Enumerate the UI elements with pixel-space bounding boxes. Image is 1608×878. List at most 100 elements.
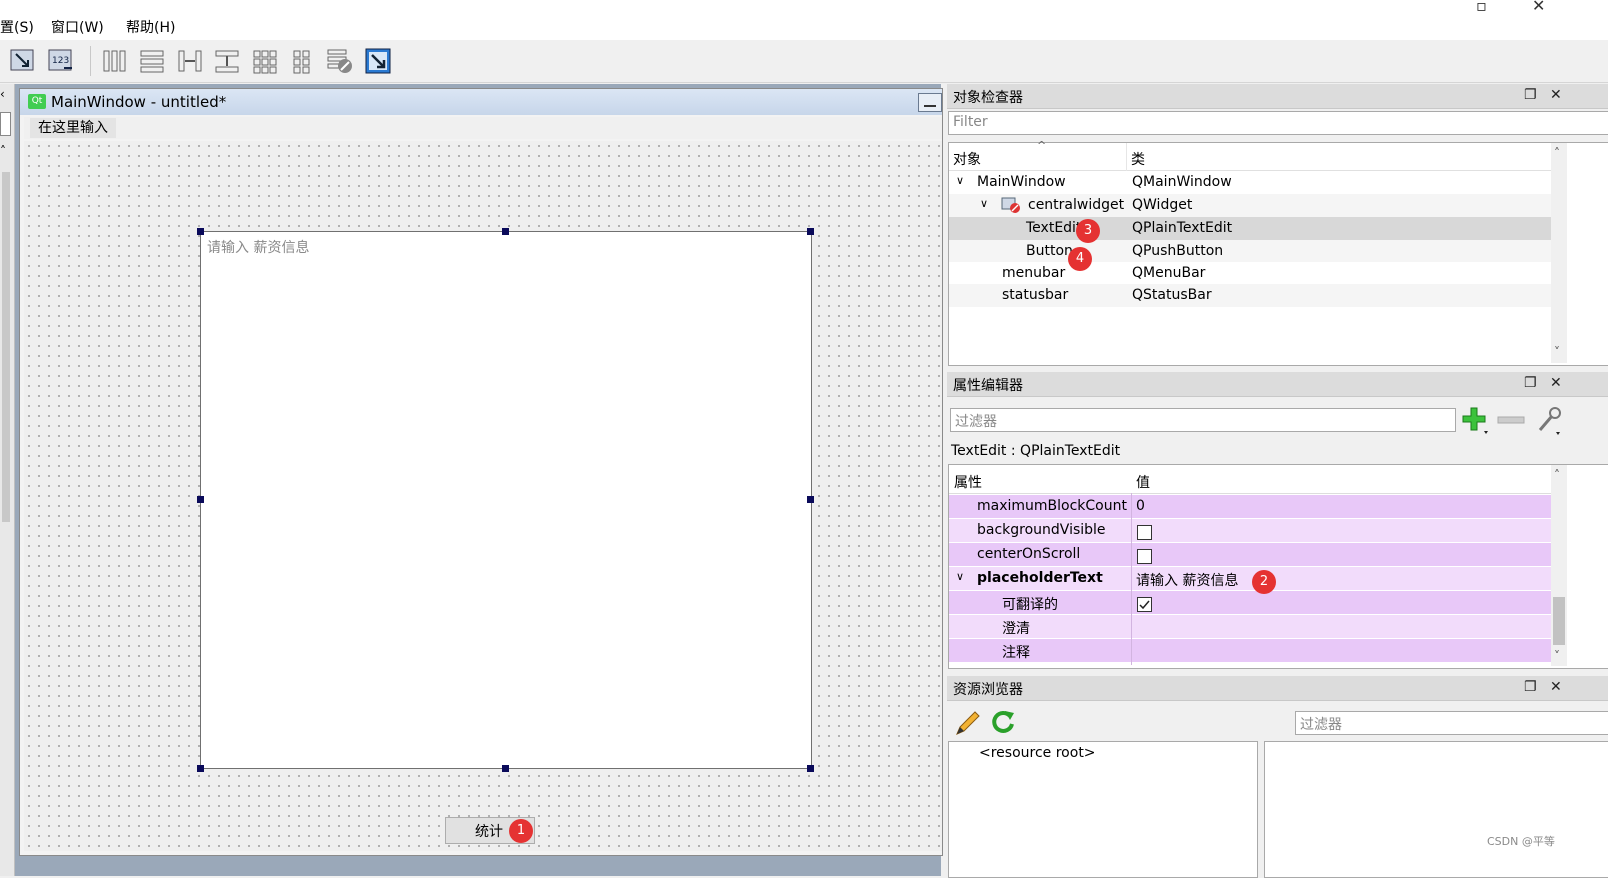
scrollbar-thumb[interactable]: [1553, 597, 1565, 645]
layout-vertical-icon[interactable]: [137, 46, 167, 76]
chevron-down-icon[interactable]: ∨: [980, 197, 988, 210]
widget-box-edge: ‹ ˄: [0, 84, 15, 876]
watermark-text: CSDN @平等: [1487, 835, 1555, 848]
form-titlebar[interactable]: Qt MainWindow - untitled*: [20, 89, 942, 115]
annotation-badge-4: 4: [1068, 247, 1092, 271]
property-row[interactable]: maximumBlockCount 0: [949, 495, 1552, 518]
tree-row[interactable]: statusbar QStatusBar: [949, 284, 1552, 307]
tree-row-object: centralwidget: [1028, 197, 1125, 213]
type-here-menu[interactable]: 在这里输入: [30, 118, 116, 138]
chevron-down-icon[interactable]: ∨: [956, 570, 964, 583]
menu-help[interactable]: 帮助(H): [126, 17, 175, 37]
layout-horizontal-icon[interactable]: [100, 46, 130, 76]
restore-icon[interactable]: ▫: [1476, 0, 1487, 15]
layout-grid-icon[interactable]: [250, 46, 280, 76]
close-icon[interactable]: ✕: [1550, 375, 1562, 391]
property-row[interactable]: centerOnScroll: [949, 543, 1552, 566]
resize-handle-l[interactable]: [197, 496, 204, 503]
tree-row[interactable]: Button QPushButton: [949, 240, 1552, 263]
property-name: placeholderText: [977, 570, 1103, 586]
svg-text:123: 123: [52, 56, 69, 66]
scroll-up-icon[interactable]: ˄: [1554, 468, 1560, 482]
property-editor-title: 属性编辑器: [953, 378, 1023, 394]
property-name: maximumBlockCount: [977, 498, 1127, 514]
resize-handle-tl[interactable]: [197, 228, 204, 235]
property-name: centerOnScroll: [977, 546, 1081, 562]
column-header-class[interactable]: 类: [1131, 149, 1145, 169]
property-name: 澄清: [1002, 621, 1030, 637]
property-value[interactable]: 请输入 薪资信息: [1136, 570, 1238, 590]
salary-textedit[interactable]: 请输入 薪资信息: [200, 231, 812, 769]
property-row[interactable]: 注释: [949, 639, 1552, 662]
chevron-up-icon[interactable]: ˄: [0, 144, 6, 158]
scroll-down-icon[interactable]: ˅: [1554, 649, 1560, 663]
background-visible-checkbox[interactable]: [1137, 525, 1152, 540]
property-row[interactable]: backgroundVisible: [949, 519, 1552, 542]
tree-row[interactable]: menubar QMenuBar: [949, 262, 1552, 285]
resize-handle-b[interactable]: [502, 765, 509, 772]
center-on-scroll-checkbox[interactable]: [1137, 549, 1152, 564]
menu-settings[interactable]: 置(S): [0, 17, 34, 37]
remove-property-icon[interactable]: [1497, 413, 1525, 427]
tree-row[interactable]: ∨ MainWindow QMainWindow: [949, 171, 1552, 194]
central-widget: 请输入 薪资信息 统计 1: [24, 141, 942, 851]
close-icon[interactable]: ✕: [1532, 0, 1545, 15]
object-tree-scrollbar[interactable]: ˄ ˅: [1551, 143, 1567, 363]
column-header-object[interactable]: 对象: [953, 149, 981, 169]
object-tree-header: 对象 ^ 类: [949, 139, 1552, 171]
property-filter-input[interactable]: 过滤器: [950, 408, 1456, 432]
break-layout-icon[interactable]: [325, 46, 355, 76]
edit-buddies-icon[interactable]: [8, 46, 38, 76]
configure-wrench-icon[interactable]: [1534, 404, 1564, 436]
edit-tab-order-icon[interactable]: 123: [46, 46, 76, 76]
layout-form-icon[interactable]: [288, 46, 318, 76]
tree-row-class: QPushButton: [1132, 243, 1224, 259]
add-property-icon[interactable]: [1460, 405, 1490, 435]
resize-handle-tr[interactable]: [807, 228, 814, 235]
tree-row-class: QStatusBar: [1132, 287, 1212, 303]
adjust-size-icon[interactable]: [363, 46, 393, 76]
minimize-icon[interactable]: [918, 93, 942, 112]
close-icon[interactable]: ✕: [1550, 679, 1562, 695]
property-row[interactable]: 澄清: [949, 615, 1552, 638]
chevron-down-icon[interactable]: ∨: [956, 174, 964, 187]
float-icon[interactable]: ❐: [1524, 679, 1537, 695]
resize-handle-bl[interactable]: [197, 765, 204, 772]
widget-filter-input[interactable]: [0, 112, 11, 136]
property-table-header: 属性 值: [949, 465, 1552, 494]
object-filter-input[interactable]: Filter: [948, 111, 1608, 135]
float-icon[interactable]: ❐: [1524, 87, 1537, 103]
stat-button-label: 统计: [475, 824, 503, 840]
resize-handle-t[interactable]: [502, 228, 509, 235]
property-table-scrollbar[interactable]: ˄ ˅: [1551, 465, 1567, 666]
resource-filter-input[interactable]: 过滤器: [1295, 711, 1608, 735]
tree-row[interactable]: ∨ centralwidget QWidget: [949, 194, 1552, 217]
object-filter-placeholder: Filter: [953, 114, 988, 130]
resize-handle-r[interactable]: [807, 496, 814, 503]
tree-row-selected[interactable]: TextEdit QPlainTextEdit: [949, 217, 1552, 240]
layout-v-splitter-icon[interactable]: [212, 46, 242, 76]
scroll-up-icon[interactable]: ˄: [1554, 146, 1560, 160]
translatable-checkbox[interactable]: [1137, 597, 1152, 612]
chevron-left-icon[interactable]: ‹: [0, 87, 13, 105]
resource-tree: <resource root>: [948, 741, 1258, 878]
column-header-value[interactable]: 值: [1136, 472, 1150, 492]
layout-h-splitter-icon[interactable]: [175, 46, 205, 76]
float-icon[interactable]: ❐: [1524, 375, 1537, 391]
edit-resources-pencil-icon[interactable]: [953, 707, 983, 737]
menu-window[interactable]: 窗口(W): [51, 17, 104, 37]
scrollbar-thumb[interactable]: [2, 172, 10, 522]
resource-root-item[interactable]: <resource root>: [979, 745, 1096, 761]
property-name: 可翻译的: [1002, 597, 1058, 613]
tree-row-class: QMainWindow: [1132, 174, 1232, 190]
scroll-down-icon[interactable]: ˅: [1554, 345, 1560, 359]
close-icon[interactable]: ✕: [1550, 87, 1562, 103]
qt-logo-icon: Qt: [28, 94, 46, 109]
property-row[interactable]: ∨ placeholderText 请输入 薪资信息: [949, 567, 1552, 590]
tree-row-class: QWidget: [1132, 197, 1193, 213]
resize-handle-br[interactable]: [807, 765, 814, 772]
property-value[interactable]: 0: [1136, 498, 1145, 514]
property-row[interactable]: 可翻译的: [949, 591, 1552, 614]
reload-icon[interactable]: [988, 707, 1018, 737]
column-header-property[interactable]: 属性: [954, 472, 982, 492]
